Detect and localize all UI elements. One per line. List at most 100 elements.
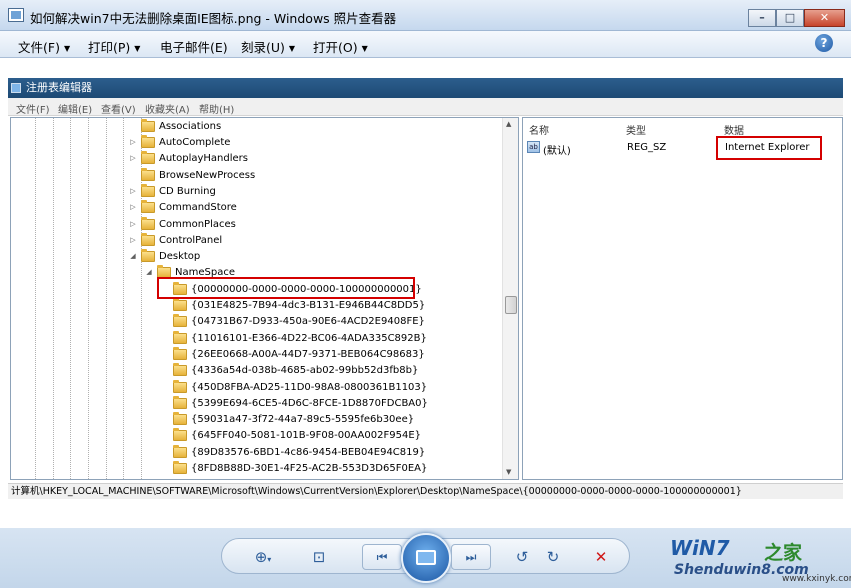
string-value-icon: ab bbox=[527, 141, 540, 153]
tree-node-label: Associations bbox=[159, 120, 222, 132]
tree-node: {59031a47-3f72-44a7-89c5-5595fe6b30ee} bbox=[161, 411, 414, 427]
rotate-clockwise-button[interactable]: ↻ bbox=[542, 547, 564, 567]
folder-icon bbox=[141, 199, 155, 213]
watermark-text-1: WiN7 bbox=[670, 536, 730, 560]
maximize-button[interactable]: □ bbox=[776, 9, 804, 27]
collapse-arrow-icon: ◢ bbox=[146, 268, 152, 276]
folder-icon bbox=[173, 346, 187, 360]
regedit-menu-view: 查看(V) bbox=[101, 105, 136, 116]
folder-icon bbox=[141, 150, 155, 164]
menu-file[interactable]: 文件(F) ▼ bbox=[18, 37, 70, 56]
column-name: 名称 bbox=[529, 126, 549, 137]
close-window-button[interactable]: ✕ bbox=[804, 9, 845, 27]
tree-node: ▷ ControlPanel bbox=[129, 232, 222, 248]
tree-node-label: {031E4825-7B94-4dc3-B131-E946B44C8DD5} bbox=[191, 299, 426, 311]
actual-size-button[interactable]: ⊡ bbox=[308, 547, 330, 567]
scroll-up-icon: ▲ bbox=[506, 120, 512, 128]
tree-node-label: NameSpace bbox=[175, 266, 235, 278]
regedit-icon bbox=[11, 83, 21, 93]
tree-node-label: {89D83576-6BD1-4c86-9454-BEB04E94C819} bbox=[191, 446, 426, 458]
tree-node-label: ControlPanel bbox=[159, 234, 223, 246]
tree-node: {5399E694-6CE5-4D6C-8FCE-1D8870FDCBA0} bbox=[161, 395, 428, 411]
tree-node: Associations bbox=[129, 118, 221, 134]
folder-icon bbox=[173, 411, 187, 425]
folder-icon bbox=[141, 134, 155, 148]
chevron-down-icon: ▼ bbox=[63, 44, 71, 53]
regedit-title: 注册表编辑器 bbox=[26, 81, 92, 94]
folder-icon bbox=[173, 297, 187, 311]
tree-node-label: CommandStore bbox=[159, 201, 237, 213]
folder-icon bbox=[173, 395, 187, 409]
watermark-logo: WiN7 之家 Shenduwin8.com www.kxinyk.com bbox=[662, 536, 851, 586]
tree-node-label: {8FD8B88D-30E1-4F25-AC2B-553D3D65F0EA} bbox=[191, 462, 428, 474]
menubar: 文件(F) ▼ 打印(P) ▼ 电子邮件(E) 刻录(U) ▼ 打开(O) ▼ ? bbox=[0, 31, 851, 58]
highlight-box-key bbox=[157, 277, 415, 299]
chevron-down-icon: ▼ bbox=[288, 44, 296, 53]
displayed-image: 注册表编辑器 文件(F) 编辑(E) 查看(V) 收藏夹(A) 帮助(H) As… bbox=[8, 78, 843, 561]
column-data: 数据 bbox=[724, 126, 744, 137]
delete-icon: ✕ bbox=[594, 548, 608, 566]
menu-email-label: 电子邮件(E) bbox=[160, 40, 228, 55]
tree-node-label: CD Burning bbox=[159, 185, 216, 197]
menu-open-label: 打开(O) bbox=[313, 40, 358, 55]
folder-icon bbox=[141, 167, 155, 181]
folder-icon bbox=[141, 248, 155, 262]
tree-node: ▷ AutoComplete bbox=[129, 134, 230, 150]
playback-controls: ⊕▾ ⊡ ⏮ ⏭ ↺ ↻ ✕ bbox=[221, 533, 630, 583]
folder-icon bbox=[173, 427, 187, 441]
tree-node-label: CommonPlaces bbox=[159, 218, 236, 230]
zoom-button[interactable]: ⊕▾ bbox=[246, 547, 280, 567]
tree-node: ▷ CommonPlaces bbox=[129, 216, 236, 232]
tree-node: {26EE0668-A00A-44D7-9371-BEB064C98683} bbox=[161, 346, 425, 362]
rotate-left-icon: ↺ bbox=[515, 548, 529, 566]
menu-burn-label: 刻录(U) bbox=[241, 40, 285, 55]
tree-node: ▷ AutoplayHandlers bbox=[129, 150, 248, 166]
tree-node-label: {4336a54d-038b-4685-ab02-99bb52d3fb8b} bbox=[191, 364, 419, 376]
scroll-thumb bbox=[505, 296, 517, 314]
folder-icon bbox=[141, 183, 155, 197]
chevron-down-icon: ▼ bbox=[361, 44, 368, 53]
tree-scrollbar: ▲ ▼ bbox=[502, 118, 518, 479]
previous-icon: ⏮ bbox=[376, 550, 388, 564]
tree-node: {031E4825-7B94-4dc3-B131-E946B44C8DD5} bbox=[161, 297, 425, 313]
folder-icon bbox=[173, 313, 187, 327]
previous-button[interactable]: ⏮ bbox=[362, 544, 402, 570]
actual-size-icon: ⊡ bbox=[312, 548, 326, 566]
menu-burn[interactable]: 刻录(U) ▼ bbox=[241, 37, 295, 56]
help-icon[interactable]: ? bbox=[815, 34, 833, 52]
tree-node: {89D83576-6BD1-4c86-9454-BEB04E94C819} bbox=[161, 444, 425, 460]
highlight-box-data bbox=[716, 136, 822, 160]
menu-email[interactable]: 电子邮件(E) bbox=[160, 37, 228, 56]
slideshow-button[interactable] bbox=[401, 533, 451, 583]
folder-icon bbox=[173, 444, 187, 458]
column-type: 类型 bbox=[626, 126, 646, 137]
expand-arrow-icon: ▷ bbox=[130, 138, 136, 146]
folder-icon bbox=[173, 330, 187, 344]
tree-node-label: {59031a47-3f72-44a7-89c5-5595fe6b30ee} bbox=[191, 413, 415, 425]
tree-node: {8FD8B88D-30E1-4F25-AC2B-553D3D65F0EA} bbox=[161, 460, 427, 476]
registry-values-pane: 名称 类型 数据 ab (默认) REG_SZ Internet Explore… bbox=[522, 117, 843, 480]
delete-button[interactable]: ✕ bbox=[590, 547, 612, 567]
menu-print[interactable]: 打印(P) ▼ bbox=[88, 37, 140, 56]
regedit-menu-file: 文件(F) bbox=[16, 105, 50, 116]
tree-node-label: {11016101-E366-4D22-BC06-4ADA335C892B} bbox=[191, 332, 427, 344]
tree-node: {4336a54d-038b-4685-ab02-99bb52d3fb8b} bbox=[161, 362, 418, 378]
tree-node-label: {645FF040-5081-101B-9F08-00AA002F954E} bbox=[191, 429, 421, 441]
tree-node: ▷ CommandStore bbox=[129, 199, 237, 215]
menu-open[interactable]: 打开(O) ▼ bbox=[313, 37, 368, 56]
image-viewport: 注册表编辑器 文件(F) 编辑(E) 查看(V) 收藏夹(A) 帮助(H) As… bbox=[0, 58, 851, 528]
scroll-down-icon: ▼ bbox=[506, 468, 512, 476]
tree-node-label: Desktop bbox=[159, 250, 201, 262]
next-button[interactable]: ⏭ bbox=[451, 544, 491, 570]
folder-icon bbox=[141, 216, 155, 230]
zoom-icon: ⊕ bbox=[254, 548, 268, 566]
regedit-statusbar: 计算机\HKEY_LOCAL_MACHINE\SOFTWARE\Microsof… bbox=[8, 483, 843, 499]
watermark-text-2: 之家 bbox=[764, 542, 803, 564]
minimize-button[interactable]: – bbox=[748, 9, 776, 27]
expand-arrow-icon: ▷ bbox=[130, 220, 136, 228]
regedit-menu-edit: 编辑(E) bbox=[58, 105, 93, 116]
tree-node-label: BrowseNewProcess bbox=[159, 169, 256, 181]
photo-viewer-icon bbox=[8, 8, 24, 22]
folder-icon bbox=[141, 118, 155, 132]
rotate-counterclockwise-button[interactable]: ↺ bbox=[511, 547, 533, 567]
